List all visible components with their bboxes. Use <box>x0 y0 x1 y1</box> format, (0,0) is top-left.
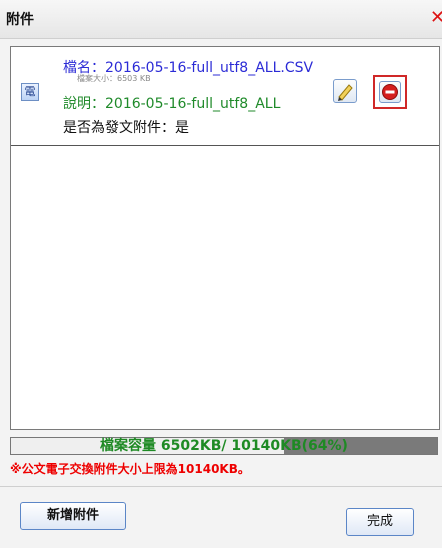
footer-separator <box>0 486 442 487</box>
delete-icon <box>382 84 398 100</box>
electronic-document-icon: 電 <box>21 83 39 101</box>
size-limit-note: ※公文電子交換附件大小上限為10140KB。 <box>10 462 250 476</box>
description-value: 2016-05-16-full_utf8_ALL <box>105 96 281 112</box>
add-attachment-button[interactable]: 新增附件 <box>20 502 126 530</box>
capacity-progress-bar: 檔案容量 6502KB/ 10140KB(64%) <box>10 437 438 455</box>
capacity-text: 檔案容量 6502KB/ 10140KB(64%) <box>100 438 348 454</box>
file-size: 檔案大小：6503 KB <box>77 74 151 83</box>
dialog-title: 附件 <box>6 12 34 28</box>
attachment-item: 電 檔名：2016-05-16-full_utf8_ALL.CSV 檔案大小：6… <box>11 47 439 145</box>
attachment-dialog: 附件 ✕ 電 檔名：2016-05-16-full_utf8_ALL.CSV 檔… <box>0 0 442 548</box>
done-button[interactable]: 完成 <box>346 508 414 536</box>
item-divider <box>11 145 439 146</box>
edit-button[interactable] <box>333 79 357 103</box>
delete-button[interactable] <box>373 75 407 109</box>
send-attachment-flag: 是否為發文附件：是 <box>63 120 189 136</box>
dialog-titlebar: 附件 ✕ <box>0 0 442 39</box>
pencil-icon <box>338 84 353 101</box>
delete-button-face <box>379 81 401 103</box>
description-label: 說明： <box>63 96 105 112</box>
description-row: 說明：2016-05-16-full_utf8_ALL <box>63 93 280 113</box>
close-icon[interactable]: ✕ <box>430 8 442 28</box>
attachment-list: 電 檔名：2016-05-16-full_utf8_ALL.CSV 檔案大小：6… <box>10 46 440 430</box>
